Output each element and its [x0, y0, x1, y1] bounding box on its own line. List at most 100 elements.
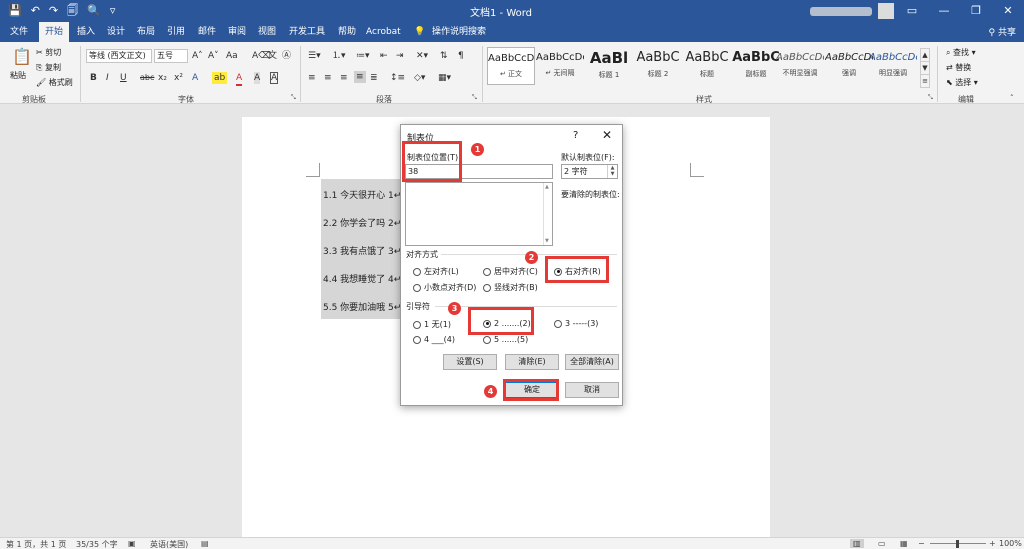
close-icon[interactable]: ✕ [602, 128, 612, 142]
line-spacing-icon[interactable]: ↕≡ [390, 72, 405, 84]
paragraph-launcher-icon[interactable]: ⤡ [472, 92, 477, 104]
list-scrollbar[interactable]: ▲ ▼ [543, 183, 552, 245]
style-title[interactable]: AaBbC 标题 [683, 47, 731, 85]
paste-button[interactable]: 粘贴 [10, 70, 26, 81]
distributed-icon[interactable]: ≣ [370, 72, 378, 84]
language[interactable]: 英语(美国) [150, 539, 188, 549]
align-center-icon[interactable]: ≡ [324, 72, 332, 84]
underline-button[interactable]: U [120, 72, 127, 84]
style-intense-emphasis[interactable]: AaBbCcDc 明显强调 [869, 47, 917, 85]
sort-icon[interactable]: ⇅ [440, 50, 448, 62]
shading-icon[interactable]: ◇▾ [414, 72, 425, 84]
replace-button[interactable]: ⇄ 替换 [946, 62, 971, 73]
touch-mode-icon[interactable]: 🗐 [67, 3, 78, 19]
tell-me-search[interactable]: 操作说明搜索 [432, 25, 486, 39]
share-button[interactable]: ⚲ 共享 [989, 25, 1016, 38]
borders-icon[interactable]: ▦▾ [438, 72, 451, 84]
ribbon-display-icon[interactable]: ▭ [896, 0, 928, 22]
leader-middot-radio[interactable]: 5 ......(5) [483, 335, 528, 344]
tab-references[interactable]: 引用 [167, 25, 185, 39]
styles-launcher-icon[interactable]: ⤡ [928, 92, 933, 104]
align-center-radio[interactable]: 居中对齐(C) [483, 266, 538, 277]
change-case-icon[interactable]: Aa [226, 50, 238, 62]
increase-indent-icon[interactable]: ⇥ [396, 50, 404, 62]
customize-qa-icon[interactable]: ▿ [110, 3, 116, 19]
font-color-icon[interactable]: A [236, 72, 243, 86]
word-count[interactable]: 35/35 个字 [76, 539, 118, 549]
set-button[interactable]: 设置(S) [443, 354, 497, 370]
font-launcher-icon[interactable]: ⤡ [291, 92, 296, 104]
font-name-select[interactable]: 等线 (西文正文) [86, 49, 152, 63]
default-tab-spinner[interactable]: 2 字符 ▲ ▼ [561, 164, 618, 179]
tab-home[interactable]: 开始 [39, 22, 70, 42]
font-size-select[interactable]: 五号 [154, 49, 188, 63]
align-bar-radio[interactable]: 竖线对齐(B) [483, 282, 538, 293]
style-emphasis[interactable]: AaBbCcDc 强调 [825, 47, 873, 85]
minimize-icon[interactable]: — [928, 0, 960, 22]
leader-underline-radio[interactable]: 4 ___(4) [413, 335, 455, 344]
tab-view[interactable]: 视图 [258, 25, 276, 39]
char-border-icon[interactable]: A [270, 72, 279, 84]
find-button[interactable]: ⌕ 查找 ▾ [946, 47, 976, 58]
zoom-out-button[interactable]: − [918, 539, 925, 548]
restore-icon[interactable]: ❐ [960, 0, 992, 22]
avatar[interactable] [878, 3, 894, 19]
style-heading-1[interactable]: AaBl 标题 1 [585, 47, 633, 85]
decrease-indent-icon[interactable]: ⇤ [380, 50, 388, 62]
clear-button[interactable]: 清除(E) [505, 354, 559, 370]
bullets-icon[interactable]: ☰▾ [308, 50, 321, 62]
styles-scroll-down-icon[interactable]: ▼ [920, 61, 930, 75]
show-marks-icon[interactable]: ¶ [458, 50, 464, 62]
save-icon[interactable]: 💾 [8, 3, 22, 19]
align-decimal-radio[interactable]: 小数点对齐(D) [413, 282, 476, 293]
scroll-down-icon[interactable]: ▼ [545, 238, 549, 244]
redo-icon[interactable]: ↷ [49, 3, 58, 19]
text-line[interactable]: 4.4 我想睡觉了 4↵ [323, 272, 401, 285]
align-left-radio[interactable]: 左对齐(L) [413, 266, 459, 277]
copy-button[interactable]: ⎘ 复制 [36, 62, 61, 73]
bold-button[interactable]: B [90, 72, 97, 84]
page-count[interactable]: 第 1 页，共 1 页 [6, 539, 66, 549]
style-no-spacing[interactable]: AaBbCcDc ↵ 无间隔 [536, 47, 584, 85]
zoom-level[interactable]: 100% [999, 539, 1022, 548]
strikethrough-button[interactable]: abc [140, 72, 154, 84]
spinner-arrows-icon[interactable]: ▲ ▼ [607, 165, 617, 178]
shrink-font-icon[interactable]: A˅ [208, 50, 219, 62]
multilevel-icon[interactable]: ≔▾ [356, 50, 370, 62]
tab-developer[interactable]: 开发工具 [289, 25, 325, 39]
style-subtitle[interactable]: AaBbC 副标题 [732, 47, 780, 85]
proofing-icon[interactable]: ▣ [128, 539, 136, 548]
format-painter-button[interactable]: 🖌 格式刷 [36, 77, 73, 88]
zoom-slider-thumb[interactable] [956, 540, 959, 548]
style-normal[interactable]: AaBbCcDc ↵ 正文 [487, 47, 535, 85]
phonetic-guide-icon[interactable]: 文 [268, 50, 277, 62]
enclose-char-icon[interactable]: Ⓐ [282, 50, 291, 62]
char-shading-icon[interactable]: A [254, 72, 261, 84]
help-icon[interactable]: ? [573, 130, 578, 141]
select-button[interactable]: ⬉ 选择 ▾ [946, 77, 978, 88]
align-right-icon[interactable]: ≡ [340, 72, 348, 84]
tab-stops-list[interactable]: ▲ ▼ [405, 182, 553, 246]
tab-mailings[interactable]: 邮件 [198, 25, 216, 39]
style-heading-2[interactable]: AaBbC 标题 2 [634, 47, 682, 85]
undo-icon[interactable]: ↶ [31, 3, 40, 19]
collapse-ribbon-icon[interactable]: ˄ [1010, 92, 1014, 104]
paste-icon[interactable]: 📋 [12, 48, 32, 66]
accessibility-icon[interactable]: ▤ [201, 539, 209, 548]
leader-dashes-radio[interactable]: 3 -----(3) [554, 319, 598, 328]
text-line[interactable]: 1.1 今天很开心 1↵ [323, 188, 401, 201]
styles-more-icon[interactable]: ≡ [920, 74, 930, 88]
text-line[interactable]: 3.3 我有点饿了 3↵ [323, 244, 401, 257]
leader-none-radio[interactable]: 1 无(1) [413, 319, 451, 330]
style-subtle-emphasis[interactable]: AaBbCcDc 不明显强调 [776, 47, 824, 85]
text-line[interactable]: 5.5 你要加油哦 5↵ [323, 300, 401, 313]
clear-all-button[interactable]: 全部清除(A) [565, 354, 619, 370]
tab-insert[interactable]: 插入 [77, 25, 95, 39]
tab-acrobat[interactable]: Acrobat [366, 25, 401, 39]
cut-button[interactable]: ✂ 剪切 [36, 47, 61, 58]
chinese-layout-icon[interactable]: ✕▾ [416, 50, 428, 62]
tab-design[interactable]: 设计 [107, 25, 125, 39]
align-left-icon[interactable]: ≡ [308, 72, 316, 84]
text-effects-icon[interactable]: A [192, 72, 198, 84]
highlight-icon[interactable]: ab [212, 72, 228, 84]
